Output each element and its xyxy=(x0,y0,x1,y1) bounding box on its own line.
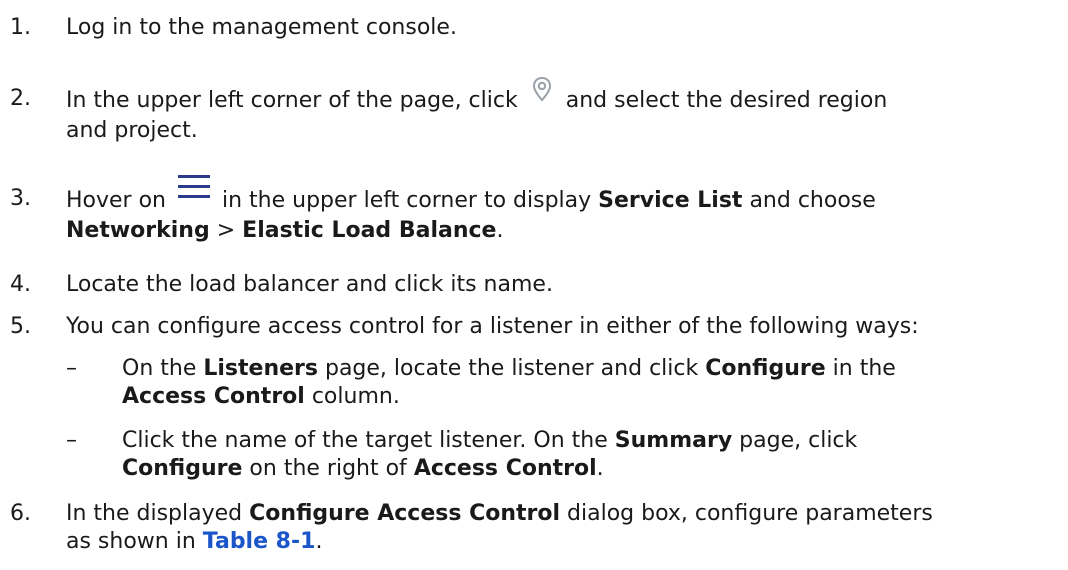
step-number: 4. xyxy=(10,272,31,297)
table-8-1-link[interactable]: Table 8-1 xyxy=(203,529,316,554)
text-run: On the xyxy=(122,356,197,381)
step-text: You can configure access control for a l… xyxy=(66,313,1061,341)
document: 1. Log in to the management console. 2. … xyxy=(0,0,1068,570)
text-run: as shown in xyxy=(66,529,196,554)
list-item-text: Click the name of the target listener. O… xyxy=(122,427,1062,483)
service-list-label: Service List xyxy=(598,188,743,213)
bullet-dash: – xyxy=(66,356,77,381)
text-run: . xyxy=(315,529,323,554)
list-item-text: On the Listeners page, locate the listen… xyxy=(122,355,1062,411)
access-control-label: Access Control xyxy=(413,456,597,481)
step-number: 1. xyxy=(10,15,31,40)
step-number: 2. xyxy=(10,86,31,111)
step-3-text-mid: in the upper left corner to display xyxy=(222,188,592,213)
step-text: In the upper left corner of the page, cl… xyxy=(66,76,1061,145)
text-run: on the right of xyxy=(249,456,407,481)
step-text: In the displayed Configure Access Contro… xyxy=(66,500,1061,556)
step-1-text: Log in to the management console. xyxy=(66,15,457,40)
step-3-text-post: and choose xyxy=(749,188,876,213)
summary-label: Summary xyxy=(614,428,733,453)
text-run: page, click xyxy=(739,428,858,453)
step-number: 5. xyxy=(10,314,31,339)
step-4-text: Locate the load balancer and click its n… xyxy=(66,272,553,297)
step-5-text: You can configure access control for a l… xyxy=(66,314,919,339)
step-2-text-post: and select the desired region xyxy=(565,88,888,113)
text-run: In the displayed xyxy=(66,501,243,526)
step-3-text-pre: Hover on xyxy=(66,188,166,213)
elastic-load-balance-label: Elastic Load Balance xyxy=(242,218,497,243)
step-number: 6. xyxy=(10,501,31,526)
configure-label: Configure xyxy=(122,456,243,481)
configure-access-control-label: Configure Access Control xyxy=(249,501,561,526)
text-run: column. xyxy=(311,384,400,409)
text-run: page, locate the listener and click xyxy=(324,356,699,381)
breadcrumb-separator: > xyxy=(216,218,236,243)
step-2-text-line2: and project. xyxy=(66,118,198,143)
networking-label: Networking xyxy=(66,218,210,243)
text-run: dialog box, configure parameters xyxy=(567,501,933,526)
location-pin-icon xyxy=(526,73,558,105)
menu-icon xyxy=(174,171,214,203)
step-text: Log in to the management console. xyxy=(66,14,1061,42)
step-text: Locate the load balancer and click its n… xyxy=(66,271,1061,299)
text-run: Click the name of the target listener. O… xyxy=(122,428,608,453)
bullet-dash: – xyxy=(66,428,77,453)
step-text: Hover on in the upper left corner to disp… xyxy=(66,175,1061,245)
step-3-end: . xyxy=(496,218,504,243)
text-run: . xyxy=(596,456,604,481)
step-2-text-pre: In the upper left corner of the page, cl… xyxy=(66,88,518,113)
access-control-label: Access Control xyxy=(122,384,305,409)
listeners-label: Listeners xyxy=(203,356,318,381)
configure-label: Configure xyxy=(705,356,826,381)
step-number: 3. xyxy=(10,186,31,211)
text-run: in the xyxy=(832,356,896,381)
